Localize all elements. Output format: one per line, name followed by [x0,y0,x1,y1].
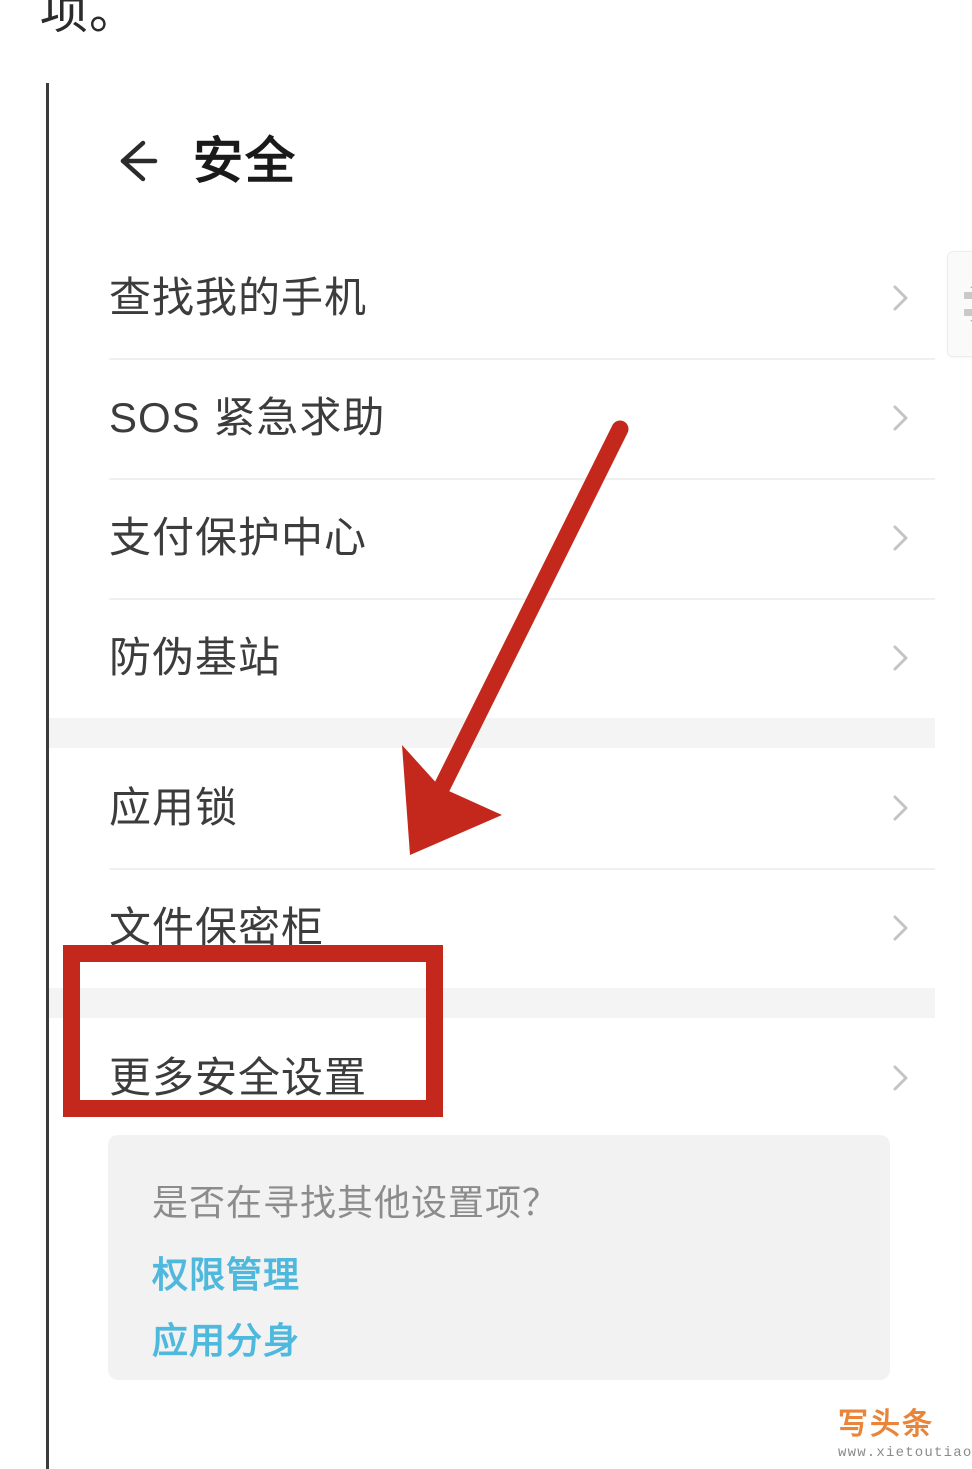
chevron-right-icon [883,281,917,315]
settings-row-payment-protection[interactable]: 支付保护中心 [49,478,935,598]
settings-row-app-lock[interactable]: 应用锁 [49,748,935,868]
settings-group-3: 更多安全设置 [49,1018,935,1138]
app-header: 安全 [49,83,935,238]
article-partial-text: 项。 [40,0,139,39]
hint-link-permission-manager[interactable]: 权限管理 [152,1257,890,1293]
scroll-chip-glyphs [948,252,972,356]
chevron-right-icon [883,401,917,435]
settings-row-label: 文件保密柜 [109,904,325,951]
settings-list: 查找我的手机 SOS 紧急求助 支付保护中心 防伪基站 应用锁 文件保密柜 更多… [49,238,935,1138]
hint-card-title: 是否在寻找其他设置项？ [152,1182,560,1223]
settings-row-label: 更多安全设置 [109,1054,368,1101]
settings-row-label: 查找我的手机 [109,274,368,321]
settings-row-label: 应用锁 [109,784,239,831]
chevron-right-icon [883,521,917,555]
watermark: 写头条 www.xietoutiao.com [838,1408,972,1462]
chevron-right-icon [883,1061,917,1095]
settings-row-label: 防伪基站 [109,634,282,681]
watermark-logo-text: 写头条 [838,1408,934,1441]
settings-row-label: 支付保护中心 [109,514,368,561]
chevron-right-icon [883,791,917,825]
page-title: 安全 [193,132,297,189]
settings-row-file-safe[interactable]: 文件保密柜 [49,868,935,988]
chevron-right-icon [883,911,917,945]
chevron-right-icon [883,641,917,675]
settings-row-more-security-settings[interactable]: 更多安全设置 [49,1018,935,1138]
scroll-indicator-chip[interactable] [947,251,972,357]
settings-row-fake-base-station[interactable]: 防伪基站 [49,598,935,718]
screenshot-root: 项。 安全 查找我的手机 SOS 紧急求助 支付保护中心 防伪基站 应用锁 文件… [0,0,972,1469]
chip-bar [964,309,972,316]
settings-row-label: SOS 紧急求助 [109,394,386,441]
settings-row-find-my-phone[interactable]: 查找我的手机 [49,238,935,358]
chip-bar [964,292,972,299]
settings-row-sos-emergency[interactable]: SOS 紧急求助 [49,358,935,478]
section-divider [49,718,935,748]
settings-group-2: 应用锁 文件保密柜 [49,748,935,988]
section-divider [49,988,935,1018]
other-settings-hint-card: 是否在寻找其他设置项？ 权限管理 应用分身 [108,1135,890,1380]
hint-link-app-twin[interactable]: 应用分身 [152,1323,890,1359]
settings-group-1: 查找我的手机 SOS 紧急求助 支付保护中心 防伪基站 [49,238,935,718]
back-arrow-icon[interactable] [109,133,165,189]
watermark-url: www.xietoutiao.com [838,1445,972,1461]
